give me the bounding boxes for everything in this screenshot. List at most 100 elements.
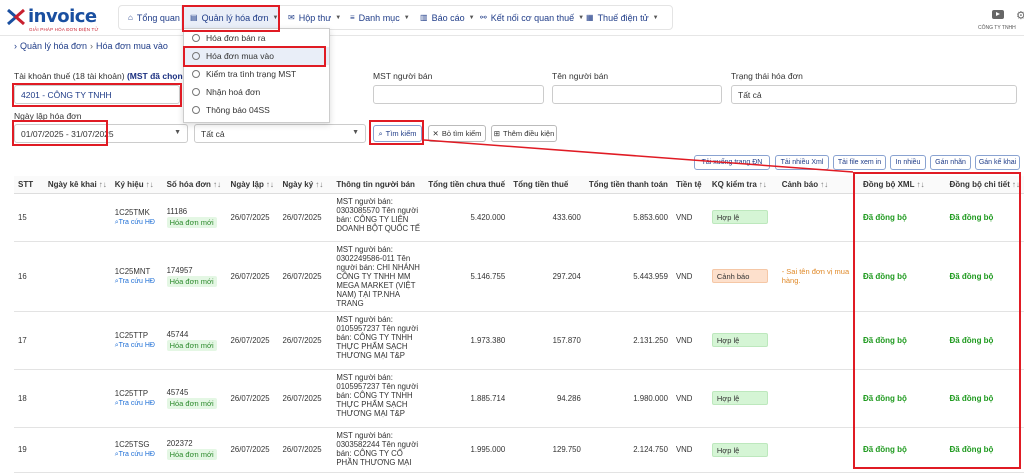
seller-name-label: Tên người bán [552, 71, 609, 81]
seller-name-input[interactable] [552, 85, 722, 104]
connect-icon: ⚯ [480, 13, 487, 22]
menu-item-sales-invoices[interactable]: Hóa đơn bán ra [184, 29, 329, 47]
cell-seller-info: MST người bán: 0303085570 Tên người bán:… [332, 193, 425, 242]
tax-account-select[interactable]: 4201 - CÔNG TY TNHH [14, 85, 180, 104]
lookup-link[interactable]: ⌕Tra cứu HĐ [115, 451, 159, 459]
col-issue-date[interactable]: Ngày lập ↑↓ [226, 176, 279, 194]
sort-icon[interactable]: ↑↓ [759, 180, 767, 189]
menu-item-label: Nhận hoá đơn [206, 87, 261, 97]
invoice-type-select[interactable]: Tất cả ▼ [194, 124, 366, 143]
date-range-picker[interactable]: 01/07/2025 - 31/07/2025 ▼ [14, 124, 188, 143]
col-invoice-number[interactable]: Số hóa đơn ↑↓ [162, 176, 227, 194]
sort-icon[interactable]: ↑↓ [266, 180, 274, 189]
logo[interactable]: invoice GIẢI PHÁP HÓA ĐƠN ĐIỆN TỬ [6, 5, 118, 33]
cell-pre-tax: 1.885.714 [424, 369, 510, 428]
download-page-label: Tải xuống trang ĐN [701, 159, 763, 166]
lookup-label: Tra cứu HĐ [118, 399, 155, 407]
sync-detail-status: Đã đồng bộ [949, 393, 994, 403]
cell-sync-detail: Đã đồng bộ [945, 241, 1024, 312]
col-declare-date[interactable]: Ngày kê khai ↑↓ [43, 176, 111, 194]
col-warning[interactable]: Cảnh báo ↑↓ [777, 176, 859, 194]
table-row[interactable]: 17 1C25TTP ⌕Tra cứu HĐ 45744 Hóa đơn mới 26/0… [14, 311, 1024, 370]
cell-check-result: Cảnh báo [707, 241, 778, 312]
cell-symbol: 1C25TTP ⌕Tra cứu HĐ [110, 369, 163, 428]
sort-icon[interactable]: ↑↓ [1012, 180, 1020, 189]
cell-warning [777, 427, 859, 473]
seller-tax-code-input[interactable] [373, 85, 544, 104]
sort-icon[interactable]: ↑↓ [315, 180, 323, 189]
nav-invoice-management[interactable]: ▤ Quản lý hóa đơn ▼ [181, 6, 279, 29]
clear-search-button[interactable]: ✕ Bỏ tìm kiếm [428, 125, 486, 142]
col-symbol[interactable]: Ký hiệu ↑↓ [110, 176, 163, 194]
date-range-value: 01/07/2025 - 31/07/2025 [21, 128, 114, 139]
symbol-text: 1C25TTP [114, 388, 149, 398]
cell-tax: 94.286 [509, 369, 585, 428]
gear-icon[interactable]: ⚙ [1016, 9, 1024, 22]
nav-overview[interactable]: ⌂ Tổng quan [119, 6, 181, 29]
cell-check-result: Hợp lệ [707, 193, 778, 242]
nav-label: Tổng quan [136, 12, 180, 23]
table-row[interactable]: 19 1C25TSG ⌕Tra cứu HĐ 202372 Hóa đơn mới 26/… [14, 427, 1024, 473]
nav-label: Danh mục [358, 12, 400, 23]
cell-stt: 15 [14, 193, 44, 242]
download-print-file-button[interactable]: Tải file xem in [833, 155, 886, 170]
cell-sign-date: 26/07/2025 [278, 369, 333, 428]
col-sign-date[interactable]: Ngày ký ↑↓ [278, 176, 333, 194]
menu-item-purchase-invoices[interactable]: Hóa đơn mua vào [184, 47, 329, 65]
sort-icon[interactable]: ↑↓ [916, 180, 924, 189]
nav-mailbox[interactable]: ✉ Hộp thư ▼ [279, 6, 341, 29]
youtube-icon[interactable] [992, 10, 1004, 19]
download-page-button[interactable]: Tải xuống trang ĐN [694, 155, 770, 170]
nav-catalog[interactable]: ≡ Danh mục ▼ [341, 6, 411, 29]
list-icon: ≡ [350, 13, 355, 22]
cell-pre-tax: 1.973.380 [424, 311, 510, 370]
nav-reports[interactable]: ▥ Báo cáo ▼ [411, 6, 475, 29]
search-icon: ⌕ [378, 128, 383, 138]
menu-item-receive-invoice[interactable]: Nhận hoá đơn [184, 83, 329, 101]
cell-tax: 433.600 [509, 193, 585, 242]
assign-declaration-button[interactable]: Gán kế khai [975, 155, 1020, 170]
table-row[interactable]: 18 1C25TTP ⌕Tra cứu HĐ 45745 Hóa đơn mới 26/0… [14, 369, 1024, 428]
col-check-result[interactable]: KQ kiểm tra ↑↓ [707, 176, 778, 194]
more-conditions-button[interactable]: ⊞ Thêm điều kiện [491, 125, 557, 142]
cell-sync-detail: Đã đồng bộ [945, 427, 1024, 473]
close-icon: ✕ [432, 129, 439, 138]
lookup-link[interactable]: ⌕Tra cứu HĐ [115, 219, 159, 227]
nav-tax-connect[interactable]: ⚯ Kết nối cơ quan thuế ▼ [471, 6, 584, 29]
cell-currency: VND [671, 241, 708, 312]
nav-e-tax[interactable]: ▦ Thuế điện tử ▼ [577, 6, 667, 29]
col-sync-detail[interactable]: Đồng bộ chi tiết ↑↓ [945, 176, 1024, 194]
breadcrumb-root[interactable]: Quản lý hóa đơn [20, 41, 87, 51]
lookup-link[interactable]: ⌕Tra cứu HĐ [115, 278, 159, 286]
col-pre-tax: Tổng tiền chưa thuế [424, 176, 510, 194]
col-stt: STT [14, 176, 44, 194]
check-badge: Hợp lệ [711, 391, 768, 405]
check-badge: Hợp lệ [711, 333, 768, 347]
print-multiple-button[interactable]: In nhiều [890, 155, 926, 170]
table-row[interactable]: 16 1C25MNT ⌕Tra cứu HĐ 174957 Hóa đơn mới 26/… [14, 241, 1024, 312]
col-sync-xml[interactable]: Đồng bộ XML ↑↓ [858, 176, 946, 194]
status-badge: Hóa đơn mới [166, 339, 217, 351]
sort-icon[interactable]: ↑↓ [146, 180, 154, 189]
search-button[interactable]: ⌕ Tìm kiếm [373, 125, 422, 142]
cell-sync-xml: Đã đồng bộ [858, 193, 946, 242]
assign-label-button[interactable]: Gán nhãn [930, 155, 971, 170]
invoice-type-value: Tất cả [201, 128, 225, 139]
cell-issue-date: 26/07/2025 [226, 369, 279, 428]
lookup-link[interactable]: ⌕Tra cứu HĐ [115, 400, 159, 408]
col-label: Ngày ký [282, 179, 314, 189]
menu-item-label: Hóa đơn bán ra [206, 33, 266, 43]
cell-tax: 297.204 [509, 241, 585, 312]
download-xml-button[interactable]: Tải nhiều Xml [775, 155, 829, 170]
sort-icon[interactable]: ↑↓ [99, 180, 107, 189]
menu-item-notice-04ss[interactable]: Thông báo 04SS [184, 101, 329, 119]
cell-warning [777, 193, 859, 242]
table-row[interactable]: 15 1C25TMK ⌕Tra cứu HĐ 11186 Hóa đơn mới 26/0… [14, 193, 1024, 242]
invoice-status-select[interactable]: Tất cả [731, 85, 1017, 104]
lookup-link[interactable]: ⌕Tra cứu HĐ [115, 342, 159, 350]
tax-account-label: Tài khoản thuế (18 tài khoản) (MST đã ch… [14, 71, 205, 81]
menu-item-check-tax-status[interactable]: Kiểm tra tình trạng MST [184, 65, 329, 83]
cell-sync-xml: Đã đồng bộ [858, 369, 946, 428]
sort-icon[interactable]: ↑↓ [820, 180, 828, 189]
sort-icon[interactable]: ↑↓ [213, 180, 221, 189]
